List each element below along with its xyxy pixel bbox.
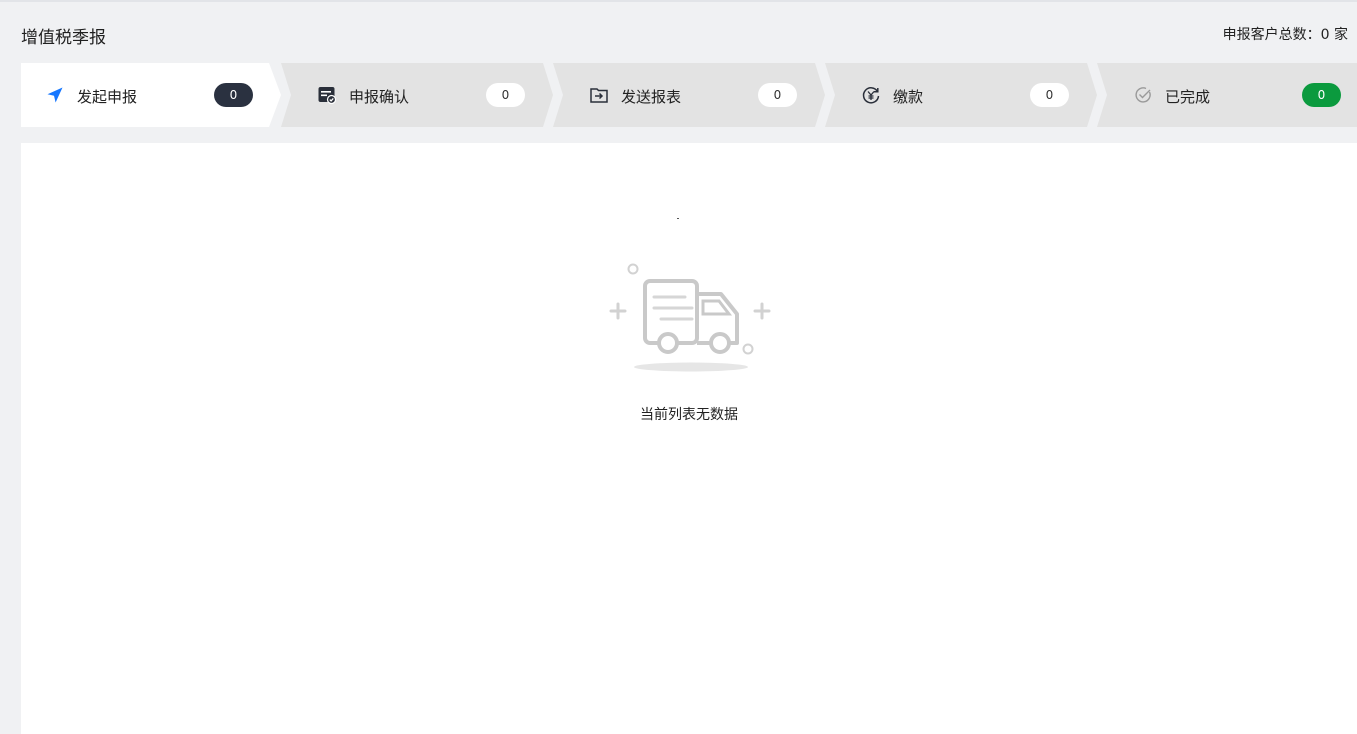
step-count-badge: 0 [214,83,253,107]
yen-cycle-icon [861,85,881,105]
top-divider [0,0,1357,2]
page-header: 增值税季报 申报客户总数：0 家 [21,22,1348,48]
list-panel: 当前列表无数据 [21,143,1357,734]
step-count-badge: 0 [1302,83,1341,107]
step-label: 发起申报 [77,88,138,106]
customer-total-summary: 申报客户总数：0 家 [1222,27,1348,43]
step-count-badge: 0 [758,83,797,107]
step-count-badge: 0 [486,83,525,107]
tab-payment[interactable]: 缴款 0 [825,63,1099,127]
form-check-icon [317,85,337,105]
page: 增值税季报 申报客户总数：0 家 发起申报 0 申报确认 0 发送报表 0 缴款… [0,0,1357,734]
tab-completed[interactable]: 已完成 0 [1097,63,1357,127]
step-label: 申报确认 [349,88,410,106]
step-label: 已完成 [1165,88,1211,106]
step-count-badge: 0 [1030,83,1069,107]
empty-truck-icon [607,260,773,376]
step-label: 缴款 [893,88,924,106]
page-title: 增值税季报 [21,28,106,48]
step-tabs: 发起申报 0 申报确认 0 发送报表 0 缴款 0 已完成 0 [21,63,1357,127]
tab-declaration-confirm[interactable]: 申报确认 0 [281,63,555,127]
navigation-arrow-icon [45,85,65,105]
check-circle-icon [1133,85,1153,105]
tab-send-reports[interactable]: 发送报表 0 [553,63,827,127]
empty-state-message: 当前列表无数据 [640,407,738,423]
step-label: 发送报表 [621,88,682,106]
stray-dot [677,218,679,219]
send-box-icon [589,85,609,105]
tab-initiate-declaration[interactable]: 发起申报 0 [21,63,283,127]
